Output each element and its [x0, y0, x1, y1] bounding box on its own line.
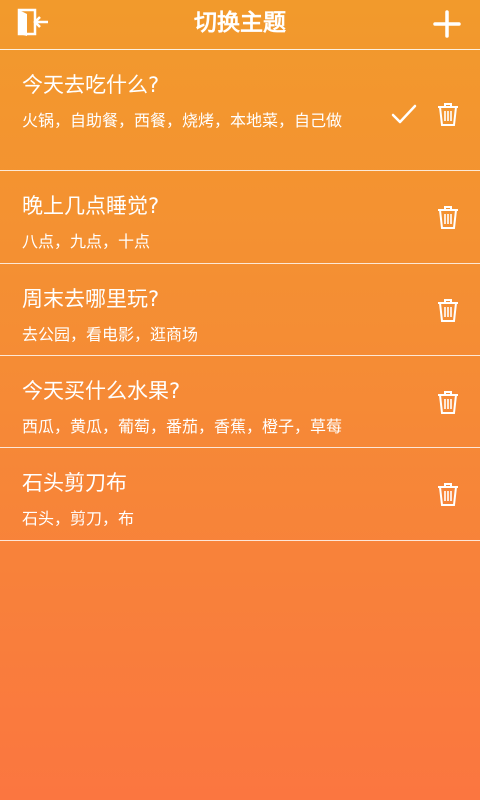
topic-title: 今天买什么水果? [22, 379, 181, 403]
topic-options: 西瓜，黄瓜，葡萄，番茄，香蕉，橙子，草莓 [22, 417, 343, 436]
topic-title: 石头剪刀布 [22, 471, 127, 495]
trash-icon [438, 206, 458, 229]
header-bar: 切换主题 [0, 0, 480, 50]
page-title: 切换主题 [194, 10, 286, 36]
delete-topic-button[interactable] [434, 480, 462, 508]
topic-list: 今天去吃什么? 火锅，自助餐，西餐，烧烤，本地菜，自己做 晚上几点睡觉? 八点，… [0, 50, 480, 541]
delete-topic-button[interactable] [434, 203, 462, 231]
topic-row-4[interactable]: 今天买什么水果? 西瓜，黄瓜，葡萄，番茄，香蕉，橙子，草莓 [0, 356, 480, 448]
topic-options: 石头，剪刀，布 [22, 509, 135, 528]
trash-icon [438, 299, 458, 322]
topic-options: 去公园，看电影，逛商场 [22, 325, 199, 344]
topic-row-5[interactable]: 石头剪刀布 石头，剪刀，布 [0, 448, 480, 541]
delete-topic-button[interactable] [434, 388, 462, 416]
topic-row-1[interactable]: 今天去吃什么? 火锅，自助餐，西餐，烧烤，本地菜，自己做 [0, 50, 480, 171]
delete-topic-button[interactable] [434, 100, 462, 128]
topic-title: 今天去吃什么? [22, 73, 160, 97]
topic-options: 八点，九点，十点 [22, 232, 151, 251]
trash-icon [438, 103, 458, 126]
plus-icon [433, 10, 461, 38]
topic-title: 晚上几点睡觉? [22, 194, 160, 218]
topic-options: 火锅，自助餐，西餐，烧烤，本地菜，自己做 [22, 111, 343, 130]
topic-row-3[interactable]: 周末去哪里玩? 去公园，看电影，逛商场 [0, 264, 480, 356]
add-topic-button[interactable] [430, 7, 464, 41]
topic-row-2[interactable]: 晚上几点睡觉? 八点，九点，十点 [0, 171, 480, 264]
checkmark-icon [391, 104, 417, 124]
delete-topic-button[interactable] [434, 296, 462, 324]
trash-icon [438, 391, 458, 414]
topic-title: 周末去哪里玩? [22, 287, 160, 311]
trash-icon [438, 483, 458, 506]
